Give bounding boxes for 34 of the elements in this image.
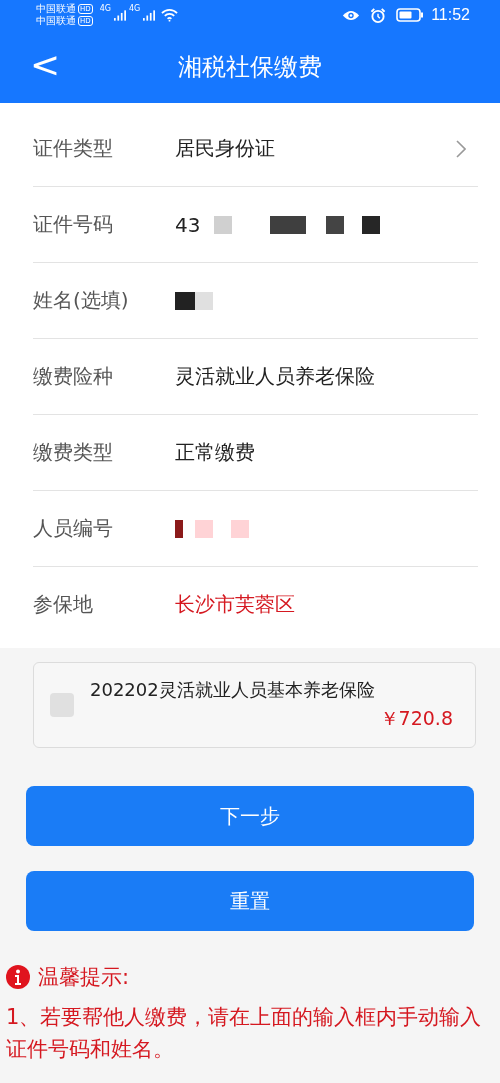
network-type: 4G [128, 4, 141, 13]
page-title: 湘税社保缴费 [178, 51, 322, 83]
field-label: 缴费类型 [33, 439, 114, 466]
carrier-name: 中国联通 [36, 3, 76, 15]
carrier-name: 中国联通 [36, 15, 76, 27]
back-button[interactable]: < [22, 44, 69, 86]
redaction-mark [175, 290, 213, 311]
action-button[interactable]: 下一步 [26, 786, 474, 846]
signal-icon [143, 9, 156, 21]
info-icon [6, 965, 30, 989]
field-label: 缴费险种 [33, 363, 114, 390]
chevron-icon[interactable] [456, 139, 466, 158]
signal-icon [113, 9, 126, 21]
field-value: 43 [175, 212, 201, 237]
item-title: 202202灵活就业人员基本养老保险 [90, 678, 376, 702]
field-label: 证件号码 [33, 211, 114, 238]
action-button[interactable]: 重置 [26, 871, 474, 931]
field-label: 姓名(选填) [33, 287, 130, 314]
battery-icon [396, 8, 425, 22]
field-value: 正常缴费 [175, 439, 255, 466]
field-value[interactable]: 居民身份证 [175, 135, 275, 162]
field-label: 人员编号 [33, 515, 114, 542]
network-type: 4G [99, 4, 111, 13]
clock-time: 11:52 [431, 6, 470, 24]
field-label: 参保地 [33, 591, 94, 618]
item-amount: ￥720.8 [379, 706, 453, 731]
field-value: 长沙市芙蓉区 [175, 591, 295, 618]
tip-title: 温馨提示: [38, 964, 130, 991]
field-label: 证件类型 [33, 135, 114, 162]
payment-item-card[interactable]: 202202灵活就业人员基本养老保险 ￥720.8 [33, 662, 476, 748]
wifi-icon [161, 8, 179, 22]
alarm-icon [369, 7, 388, 23]
tip-text: 1、若要帮他人缴费，请在上面的输入框内手动输入证件号码和姓名。 [6, 1004, 483, 1063]
field-value: 灵活就业人员养老保险 [175, 363, 375, 390]
